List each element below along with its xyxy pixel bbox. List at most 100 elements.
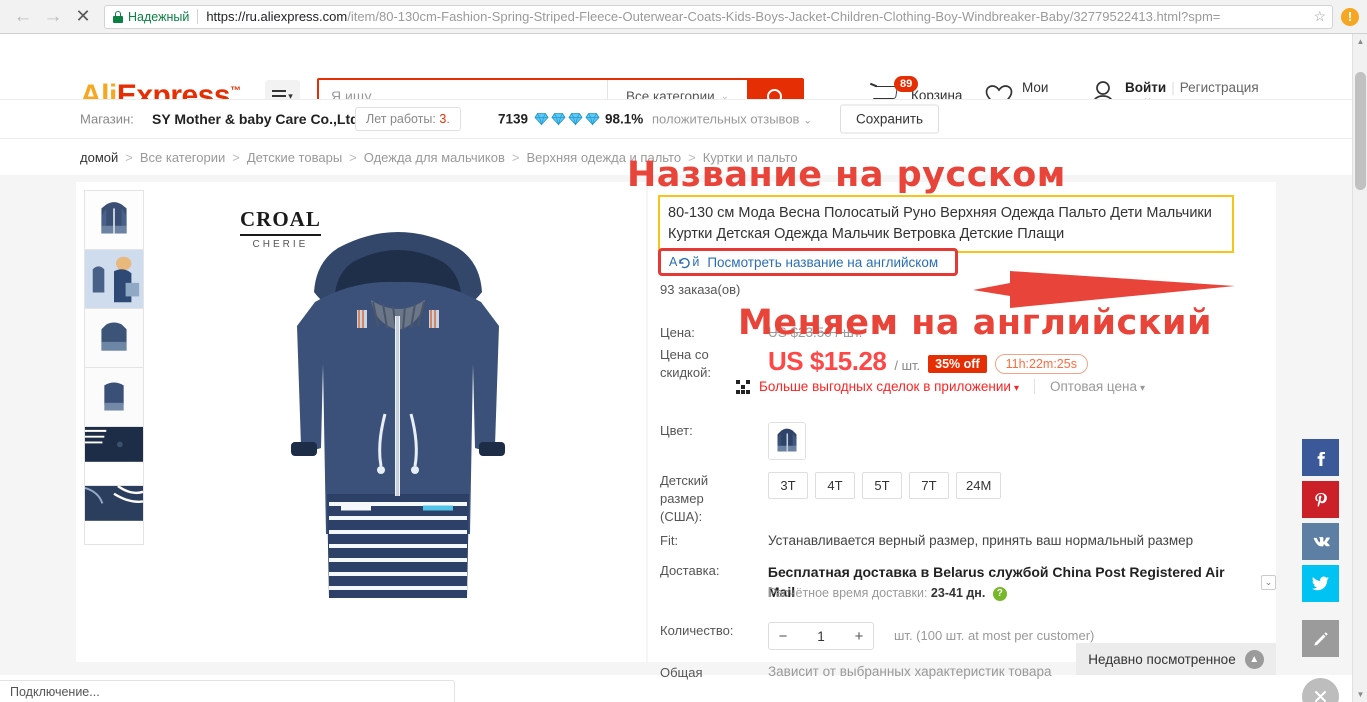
feedback-edit-button[interactable] [1302,620,1339,657]
app-deals-row: Больше выгодных сделок в приложении ▾ Опт… [736,379,1145,394]
pinterest-share-button[interactable] [1302,481,1339,518]
size-option-7t[interactable]: 7T [909,472,949,499]
thumbnail-item[interactable] [84,190,144,250]
facebook-share-button[interactable] [1302,439,1339,476]
screen: ← → ✕ Надежный https://ru.aliexpress.com… [0,0,1367,702]
fit-row: Fit: Устанавливается верный размер, прин… [660,532,1193,550]
register-link[interactable]: Регистрация [1180,80,1259,95]
current-price-group: US $15.28 / шт. 35% off 11h:22m:25s [768,346,1088,382]
qr-code-icon [736,379,750,394]
fit-label: Fit: [660,533,679,548]
url-host: https://ru.aliexpress.com [206,9,348,24]
recently-viewed-panel[interactable]: Недавно посмотренное ▲ [1076,643,1276,675]
breadcrumb-item-5[interactable]: Куртки и пальто [703,150,798,165]
size-label-line3: (США): [660,509,703,524]
store-feedback-dropdown[interactable]: положительных отзывов ⌄ [652,112,812,127]
chevron-up-icon[interactable]: ▲ [1244,649,1264,669]
thumbnail-item[interactable] [84,308,144,368]
store-years-badge: Лет работы: 3. [355,107,461,131]
store-feedback-label: положительных отзывов [652,111,800,127]
store-years-suffix: . [446,112,450,126]
size-option-4t[interactable]: 4T [815,472,855,499]
back-arrow-icon[interactable]: ← [8,2,38,32]
delivery-estimate-value: 23-41 дн. [930,586,986,600]
translate-icon-a: A [669,255,678,269]
translate-icon: A й [669,255,699,269]
thumbnail-item[interactable] [84,367,144,427]
store-score: 7139 [498,111,529,127]
total-row: Общая Зависит от выбранных характеристик… [660,664,1051,682]
size-option-3t[interactable]: 3T [768,472,808,499]
scroll-down-button[interactable]: ▼ [1353,687,1367,702]
discount-label-line2: скидкой: [660,365,711,380]
url-path: /item/80-130cm-Fashion-Spring-Striped-Fl… [347,9,1221,24]
address-bar[interactable]: Надежный https://ru.aliexpress.com/item/… [104,4,1333,29]
wholesale-price-link[interactable]: Оптовая цена ▾ [1050,379,1145,394]
stop-loading-icon[interactable]: ✕ [68,2,98,32]
close-rail-button[interactable] [1302,678,1339,702]
discount-label-line1: Цена со [660,347,709,362]
thumbnail-item[interactable] [84,249,144,309]
signin-link[interactable]: Войти [1125,80,1166,95]
total-label: Общая [660,665,703,680]
security-status-label: Надежный [128,9,190,24]
size-button-group: 3T 4T 5T 7T 24M [768,472,1002,526]
breadcrumb-separator: > [349,149,357,165]
product-info-panel: 80-130 см Мода Весна Полосатый Руно Верх… [648,182,1276,680]
total-value: Зависит от выбранных характеристик товар… [768,664,1052,679]
help-icon[interactable]: ? [992,586,1007,601]
quantity-stepper: − 1 + [768,622,874,650]
product-detail-area: CROAL CHERIE 80-130 см Мода Весна Полоса… [0,175,1367,702]
vk-share-button[interactable] [1302,523,1339,560]
store-label: Магазин: [80,111,134,127]
scroll-up-button[interactable]: ▲ [1353,34,1367,49]
scrollbar-thumb[interactable] [1355,72,1366,190]
quantity-input[interactable]: 1 [797,629,845,644]
breadcrumb-separator: > [688,149,696,165]
size-option-24m[interactable]: 24M [956,472,1002,499]
breadcrumb-item-1[interactable]: Все категории [140,150,225,165]
color-swatch-option[interactable] [768,422,806,460]
annotation-arrow-icon [973,271,1235,308]
breadcrumb-item-4[interactable]: Верхняя одежда и пальто [526,150,681,165]
size-label-line2: размер [660,491,704,506]
breadcrumb-item-2[interactable]: Детские товары [247,150,342,165]
bookmark-star-icon[interactable]: ☆ [1313,8,1326,25]
discount-price-label: Цена со скидкой: [660,346,740,382]
discount-badge: 35% off [928,355,987,373]
warning-badge-icon[interactable]: ! [1341,7,1359,26]
thumbnail-list [84,190,150,545]
save-store-button[interactable]: Сохранить [840,104,940,134]
breadcrumb-item-home[interactable]: домой [80,150,118,165]
original-price-row: Цена: US $23.50 / шт. [660,324,862,342]
color-option-row: Цвет: [660,422,806,460]
thumbnail-item[interactable] [84,485,144,545]
product-gallery: CROAL CHERIE [76,182,646,662]
twitter-share-button[interactable] [1302,565,1339,602]
app-deals-link[interactable]: Больше выгодных сделок в приложении ▾ [759,379,1019,394]
diamond-icon [585,113,600,126]
divider [1033,379,1035,394]
recently-viewed-label: Недавно посмотренное [1088,651,1236,667]
quantity-decrease-button[interactable]: − [769,628,797,645]
brand-name-line1: CROAL [240,207,321,236]
view-english-title-label: Посмотреть название на английском [707,254,939,270]
quantity-increase-button[interactable]: + [845,628,873,645]
breadcrumb-item-3[interactable]: Одежда для мальчиков [364,150,505,165]
page-scrollbar[interactable]: ▲ ▼ [1352,34,1367,702]
thumbnail-item[interactable] [84,426,144,486]
store-name-link[interactable]: SY Mother & baby Care Co.,Ltd [152,111,359,127]
cart-count-badge: 89 [894,76,919,92]
lock-icon [113,10,123,23]
size-option-5t[interactable]: 5T [862,472,902,499]
main-product-image[interactable] [158,186,638,656]
social-share-rail [1302,439,1339,702]
forward-arrow-icon[interactable]: → [38,2,68,32]
store-diamond-rating [534,113,600,126]
chevron-down-icon: ▾ [1139,383,1146,394]
view-english-title-button[interactable]: A й Посмотреть название на английском [658,248,958,276]
translate-icon-ru: й [692,255,700,269]
brand-name-line2: CHERIE [252,239,309,250]
size-option-row: Детский размер (США): 3T 4T 5T 7T 24M [660,472,1002,526]
diamond-icon [568,113,583,126]
